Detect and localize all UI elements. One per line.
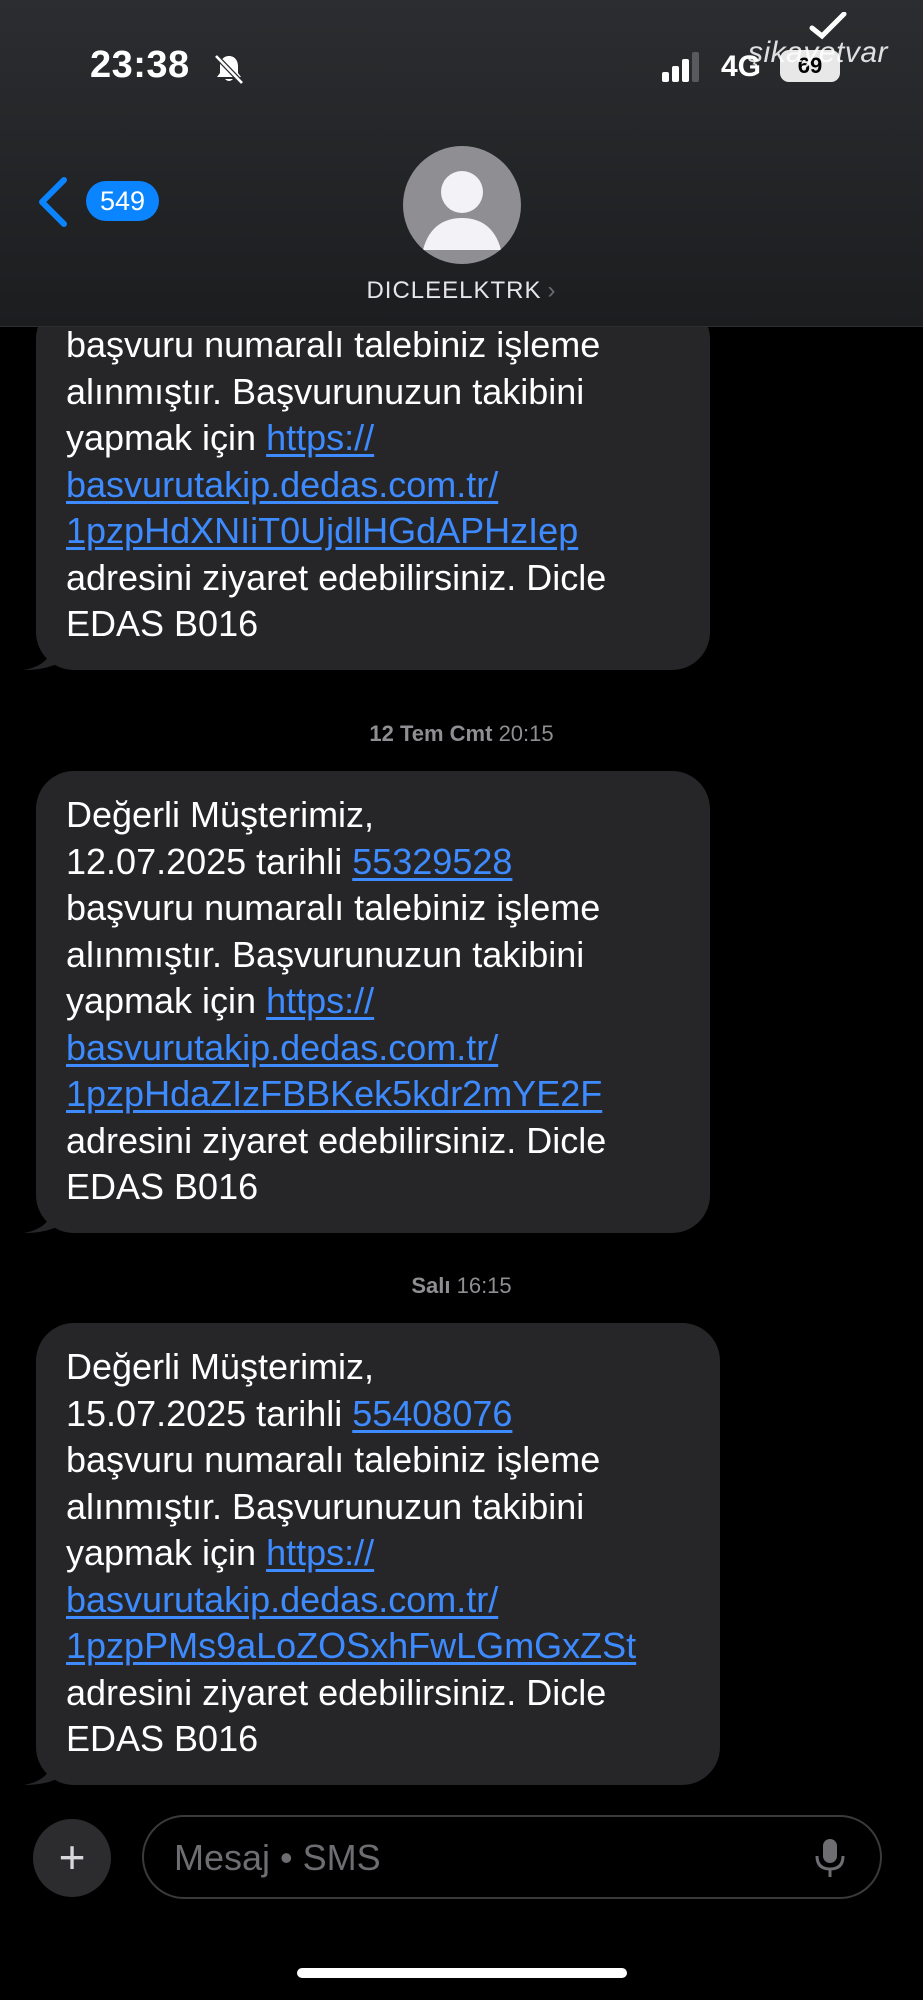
message-link[interactable]: 1pzpPMs9aLoZOSxhFwLGmGxZSt <box>66 1625 636 1666</box>
message-text-segment: yapmak için <box>66 1532 267 1573</box>
message-text: Değerli Müşterimiz, 12.07.2025 tarihli 55… <box>66 792 680 1211</box>
message-row: Değerli Müşterimiz, 15.07.2025 tarihli 55… <box>24 1323 720 1785</box>
message-line: yapmak için https:// <box>66 1530 690 1577</box>
microphone-icon[interactable] <box>812 1837 848 1879</box>
bubble-tail <box>24 635 60 670</box>
message-link[interactable]: 55329528 <box>352 841 512 882</box>
watermark: şikayetvar <box>748 36 889 69</box>
signal-bars-icon <box>662 52 699 82</box>
contact-name-label: DICLEELKTRK <box>366 277 542 304</box>
message-line: 1pzpHdXNIiT0UjdlHGdAPHzIep <box>66 508 680 555</box>
contact-avatar[interactable] <box>403 146 521 264</box>
message-line: yapmak için https:// <box>66 415 680 462</box>
person-silhouette-icon <box>423 171 501 250</box>
timestamp-time: 16:15 <box>456 1273 512 1298</box>
timestamp: 12 Tem Cmt 20:15 <box>0 721 923 747</box>
message-link[interactable]: https:// <box>266 1532 374 1573</box>
message-line: EDAS B016 <box>66 1718 259 1759</box>
message-line: alınmıştır. Başvurunuzun takibini <box>66 933 585 975</box>
message-line: basvurutakip.dedas.com.tr/ <box>66 1025 680 1072</box>
message-line: başvuru numaralı talebiniz işleme <box>66 324 601 365</box>
message-bubble[interactable]: Değerli Müşterimiz, 12.07.2025 tarihli 55… <box>24 771 710 1233</box>
message-line: basvurutakip.dedas.com.tr/ <box>66 462 680 509</box>
message-line: basvurutakip.dedas.com.tr/ <box>66 1577 690 1624</box>
chevron-left-icon[interactable] <box>36 176 70 228</box>
bubble-tail <box>24 1198 60 1233</box>
message-line: başvuru numaralı talebiniz işleme <box>66 887 601 928</box>
message-line: 1pzpHdaZIzFBBKek5kdr2mYE2F <box>66 1071 680 1118</box>
add-attachment-button[interactable]: + <box>33 1819 111 1897</box>
plus-icon: + <box>58 1831 86 1883</box>
message-line: adresini ziyaret edebilirsiniz. Dicle <box>66 556 607 598</box>
message-line: adresini ziyaret edebilirsiniz. Dicle <box>66 1671 607 1713</box>
message-line: alınmıştır. Başvurunuzun takibini <box>66 370 585 412</box>
timestamp-time: 20:15 <box>498 721 554 746</box>
message-line: 1pzpPMs9aLoZOSxhFwLGmGxZSt <box>66 1623 690 1670</box>
message-line: EDAS B016 <box>66 1166 259 1207</box>
message-line: alınmıştır. Başvurunuzun takibini <box>66 1485 585 1527</box>
message-row: Değerli Müşterimiz, 12.07.2025 tarihli 55… <box>24 771 710 1233</box>
message-link[interactable]: https:// <box>266 980 374 1021</box>
message-text-segment: 15.07.2025 tarihli <box>66 1392 353 1434</box>
message-link[interactable]: https:// <box>266 417 374 458</box>
message-input[interactable]: Mesaj • SMS <box>142 1815 882 1899</box>
home-indicator[interactable] <box>297 1968 627 1978</box>
message-line: 12.07.2025 tarihli 55329528 <box>66 839 680 886</box>
message-line: EDAS B016 <box>66 603 259 644</box>
timestamp-day: 12 Tem Cmt <box>369 721 493 746</box>
bubble-tail <box>24 1750 60 1785</box>
message-row: başvuru numaralı talebiniz işleme alınmış… <box>24 301 710 670</box>
status-time: 23:38 <box>90 44 190 86</box>
timestamp: Salı 16:15 <box>0 1273 923 1299</box>
message-bubble[interactable]: başvuru numaralı talebiniz işleme alınmış… <box>24 301 710 670</box>
message-link[interactable]: 55408076 <box>352 1393 512 1434</box>
message-placeholder: Mesaj • SMS <box>174 1837 381 1878</box>
message-line: yapmak için https:// <box>66 978 680 1025</box>
message-line: Değerli Müşterimiz, <box>66 1346 375 1387</box>
back-unread-badge[interactable]: 549 <box>86 181 160 221</box>
message-line: başvuru numaralı talebiniz işleme <box>66 1439 601 1480</box>
message-line: Değerli Müşterimiz, <box>66 794 375 835</box>
message-bubble[interactable]: Değerli Müşterimiz, 15.07.2025 tarihli 55… <box>24 1323 720 1785</box>
message-text: Değerli Müşterimiz, 15.07.2025 tarihli 55… <box>66 1344 690 1763</box>
conversation-header: 23:38 4G 69 şikayetvar 549 DICLEELKTRK › <box>0 0 923 327</box>
bell-slash-icon <box>214 54 244 85</box>
message-link[interactable]: basvurutakip.dedas.com.tr/ <box>66 464 498 505</box>
message-text-segment: yapmak için <box>66 417 267 458</box>
chevron-right-icon: › <box>547 277 557 304</box>
timestamp-day: Salı <box>411 1273 451 1298</box>
message-link[interactable]: basvurutakip.dedas.com.tr/ <box>66 1027 498 1068</box>
message-text-segment: 12.07.2025 tarihli <box>66 840 353 882</box>
contact-name[interactable]: DICLEELKTRK › <box>0 277 923 305</box>
message-link[interactable]: 1pzpHdXNIiT0UjdlHGdAPHzIep <box>66 510 578 551</box>
message-link[interactable]: basvurutakip.dedas.com.tr/ <box>66 1579 498 1620</box>
message-line: 15.07.2025 tarihli 55408076 <box>66 1391 690 1438</box>
message-text-segment: yapmak için <box>66 980 267 1021</box>
message-line: adresini ziyaret edebilirsiniz. Dicle <box>66 1119 607 1161</box>
message-link[interactable]: 1pzpHdaZIzFBBKek5kdr2mYE2F <box>66 1073 602 1114</box>
message-text: başvuru numaralı talebiniz işleme alınmış… <box>66 322 680 648</box>
